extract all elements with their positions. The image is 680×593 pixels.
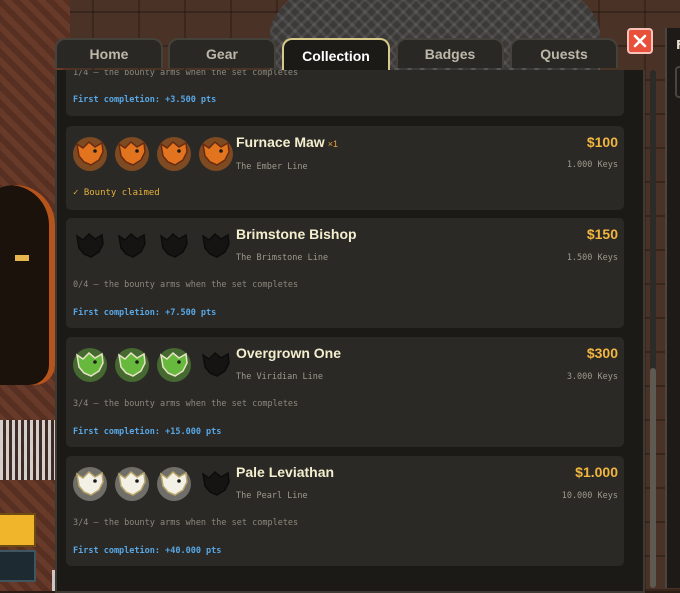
brimstone-fish-icon	[201, 232, 230, 258]
ember-fish-icon	[157, 137, 191, 171]
tab-gear[interactable]: Gear	[168, 38, 276, 68]
tab-home[interactable]: Home	[55, 38, 163, 68]
close-icon	[633, 34, 647, 48]
set-icons	[71, 464, 235, 502]
tab-label: Quests	[540, 46, 588, 62]
pearl-fish-icon	[115, 467, 149, 501]
set-multiplier: ×1	[327, 139, 338, 149]
viridian-fish-icon	[73, 348, 107, 382]
set-price: $150	[586, 226, 618, 242]
ember-fish-icon	[73, 137, 107, 171]
tab-label: Home	[89, 46, 129, 62]
ember-fish-icon	[199, 137, 233, 171]
set-card-furnace-maw[interactable]: Furnace Maw ×1 The Ember Line $100 1.000 …	[66, 126, 624, 210]
set-title: Furnace Maw ×1	[236, 134, 338, 150]
set-title: Pale Leviathan	[236, 464, 335, 480]
set-line: The Pearl Line	[236, 491, 308, 501]
brimstone-fish-icon	[159, 232, 188, 258]
close-button[interactable]	[627, 28, 653, 54]
bounty-claimed-status: ✓ Bounty claimed	[73, 188, 160, 198]
first-completion-text: First completion: +3.500 pts	[73, 95, 217, 105]
viridian-fish-icon	[115, 348, 149, 382]
background-dark-button[interactable]	[0, 550, 36, 582]
set-icons	[71, 134, 235, 172]
first-completion-text: First completion: +40.000 pts	[73, 546, 222, 556]
scrollbar-thumb[interactable]	[650, 368, 656, 588]
brimstone-fish-icon	[75, 232, 104, 258]
first-completion-text: First completion: +7.500 pts	[73, 308, 217, 318]
pearl-fish-icon	[73, 467, 107, 501]
tab-bar: Home Gear Collection Badges Quests	[55, 38, 635, 71]
first-completion-text: First completion: +15.000 pts	[73, 427, 222, 437]
set-keys: 3.000 Keys	[566, 372, 618, 382]
background-orange-button[interactable]	[0, 513, 36, 547]
viridian-fish-icon	[157, 348, 191, 382]
bounty-text: 1/4 — the bounty arms when the set compl…	[73, 70, 299, 78]
tab-quests[interactable]: Quests	[510, 38, 618, 68]
set-icons	[71, 226, 235, 264]
set-line: The Brimstone Line	[236, 253, 329, 263]
set-title: Overgrown One	[236, 345, 342, 361]
bounty-text: 3/4 — the bounty arms when the set compl…	[73, 399, 299, 409]
viridian-fish-missing-icon	[201, 351, 230, 377]
bounty-text: 0/4 — the bounty arms when the set compl…	[73, 280, 299, 290]
brimstone-fish-icon	[117, 232, 146, 258]
tab-label: Badges	[424, 46, 476, 62]
tab-label: Gear	[206, 46, 238, 62]
set-line: The Ember Line	[236, 162, 308, 172]
set-keys: 1.500 Keys	[566, 253, 618, 263]
set-line: The Viridian Line	[236, 372, 323, 382]
set-title: Brimstone Bishop	[236, 226, 357, 242]
background-creature	[0, 185, 55, 385]
set-card-brimstone-bishop[interactable]: Brimstone Bishop The Brimstone Line $150…	[66, 218, 624, 328]
bounty-text: 3/4 — the bounty arms when the set compl…	[73, 518, 299, 528]
set-card-overgrown-one[interactable]: Overgrown One The Viridian Line $300 3.0…	[66, 337, 624, 447]
set-keys: 1.000 Keys	[566, 160, 618, 170]
tab-collection[interactable]: Collection	[282, 38, 390, 71]
set-price: $300	[586, 345, 618, 361]
set-price: $1.000	[575, 464, 618, 480]
set-card-partial: 1/4 — the bounty arms when the set compl…	[66, 70, 624, 116]
pearl-fish-missing-icon	[201, 470, 230, 496]
collection-list: 1/4 — the bounty arms when the set compl…	[66, 70, 624, 591]
set-title-text: Furnace Maw	[236, 134, 325, 150]
background-right-panel	[665, 28, 680, 588]
tab-label: Collection	[302, 47, 370, 64]
tab-badges[interactable]: Badges	[396, 38, 504, 68]
pearl-fish-icon	[157, 467, 191, 501]
set-price: $100	[586, 134, 618, 150]
set-keys: 10.000 Keys	[561, 491, 618, 501]
set-card-pale-leviathan[interactable]: Pale Leviathan The Pearl Line $1.000 10.…	[66, 456, 624, 566]
ember-fish-icon	[115, 137, 149, 171]
set-icons	[71, 345, 235, 383]
